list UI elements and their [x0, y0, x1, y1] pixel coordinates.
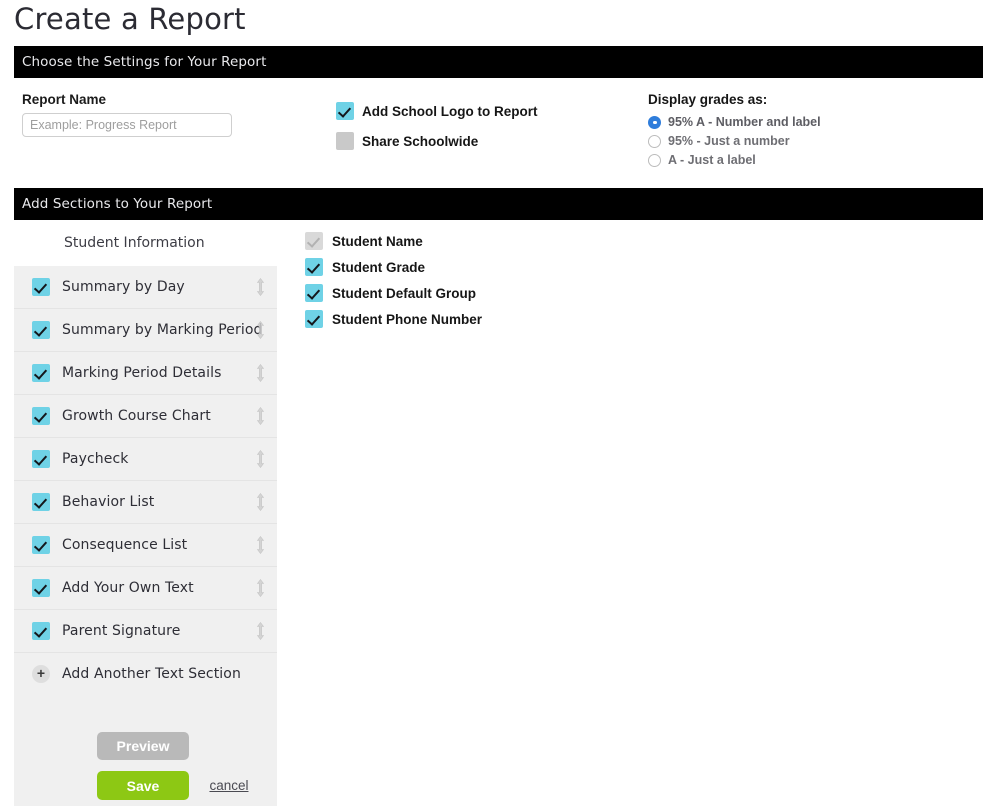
drag-handle-icon[interactable] — [255, 364, 266, 383]
settings-area: Report Name Add School Logo to Report Sh… — [0, 78, 983, 188]
checkbox-summary-by-day-icon[interactable] — [32, 278, 50, 296]
radio-just-a-number-icon[interactable] — [648, 134, 661, 148]
drag-handle-icon[interactable] — [255, 579, 266, 598]
student-fields-panel: Student Name Student Grade Student Defau… — [305, 232, 482, 336]
checkbox-paycheck-icon[interactable] — [32, 450, 50, 468]
checkbox-share-schoolwide-label: Share Schoolwide — [362, 133, 479, 149]
checkbox-row-student-default-group[interactable]: Student Default Group — [305, 284, 482, 302]
sidebar-header: Student Information — [14, 220, 277, 266]
drag-handle-icon[interactable] — [255, 278, 266, 297]
drag-handle-icon[interactable] — [255, 321, 266, 340]
section-label-consequence-list: Consequence List — [62, 537, 188, 553]
drag-handle-icon[interactable] — [255, 493, 266, 512]
radio-row-just-a-number[interactable]: 95% - Just a number — [648, 134, 821, 148]
cancel-link[interactable]: cancel — [209, 778, 248, 793]
section-row-marking-period-details[interactable]: Marking Period Details — [14, 352, 277, 395]
radio-just-a-label-text: A - Just a label — [668, 153, 756, 167]
radio-row-number-and-label[interactable]: 95% A - Number and label — [648, 115, 821, 129]
radio-just-a-label-icon[interactable] — [648, 153, 661, 167]
create-report-page: Create a Report Choose the Settings for … — [0, 0, 983, 806]
settings-section-header-label: Choose the Settings for Your Report — [22, 54, 267, 70]
radio-number-and-label-icon[interactable] — [648, 115, 661, 129]
add-another-text-section-button[interactable]: + Add Another Text Section — [14, 653, 277, 695]
checkbox-row-share-schoolwide[interactable]: Share Schoolwide — [336, 132, 537, 150]
checkbox-add-school-logo-icon[interactable] — [336, 102, 354, 120]
save-button[interactable]: Save — [97, 771, 189, 800]
section-row-growth-course-chart[interactable]: Growth Course Chart — [14, 395, 277, 438]
section-row-behavior-list[interactable]: Behavior List — [14, 481, 277, 524]
checkbox-add-your-own-text-icon[interactable] — [32, 579, 50, 597]
section-row-paycheck[interactable]: Paycheck — [14, 438, 277, 481]
settings-checkbox-group: Add School Logo to Report Share Schoolwi… — [336, 102, 537, 162]
checkbox-add-school-logo-label: Add School Logo to Report — [362, 103, 538, 119]
display-grades-group: Display grades as: 95% A - Number and la… — [648, 92, 821, 172]
checkbox-share-schoolwide-icon[interactable] — [336, 132, 354, 150]
checkbox-student-default-group-label: Student Default Group — [332, 285, 476, 301]
report-name-input[interactable] — [22, 113, 232, 137]
plus-icon[interactable]: + — [32, 665, 50, 683]
checkbox-row-student-grade[interactable]: Student Grade — [305, 258, 482, 276]
page-title: Create a Report — [14, 2, 246, 36]
preview-button[interactable]: Preview — [97, 732, 189, 760]
add-another-text-section-label: Add Another Text Section — [62, 666, 241, 682]
checkbox-student-name-icon — [305, 232, 323, 250]
checkbox-growth-course-chart-icon[interactable] — [32, 407, 50, 425]
sections-section-header-label: Add Sections to Your Report — [22, 196, 213, 212]
report-name-block: Report Name — [22, 92, 232, 137]
section-row-summary-by-marking-period[interactable]: Summary by Marking Period — [14, 309, 277, 352]
section-label-paycheck: Paycheck — [62, 451, 129, 467]
checkbox-row-add-school-logo[interactable]: Add School Logo to Report — [336, 102, 537, 120]
checkbox-student-default-group-icon[interactable] — [305, 284, 323, 302]
sidebar-header-label: Student Information — [64, 235, 205, 251]
checkbox-behavior-list-icon[interactable] — [32, 493, 50, 511]
section-row-add-your-own-text[interactable]: Add Your Own Text — [14, 567, 277, 610]
section-label-behavior-list: Behavior List — [62, 494, 155, 510]
checkbox-student-grade-label: Student Grade — [332, 259, 426, 275]
section-label-growth-course-chart: Growth Course Chart — [62, 408, 211, 424]
radio-number-and-label-text: 95% A - Number and label — [668, 115, 821, 129]
checkbox-student-grade-icon[interactable] — [305, 258, 323, 276]
sections-sidebar: Student Information Summary by Day Summa… — [14, 220, 277, 806]
checkbox-summary-by-marking-period-icon[interactable] — [32, 321, 50, 339]
checkbox-student-phone-number-label: Student Phone Number — [332, 311, 483, 327]
settings-section-header: Choose the Settings for Your Report — [14, 46, 983, 78]
section-label-marking-period-details: Marking Period Details — [62, 365, 222, 381]
checkbox-marking-period-details-icon[interactable] — [32, 364, 50, 382]
checkbox-consequence-list-icon[interactable] — [32, 536, 50, 554]
section-label-summary-by-marking-period: Summary by Marking Period — [62, 322, 263, 338]
checkbox-row-student-phone-number[interactable]: Student Phone Number — [305, 310, 482, 328]
drag-handle-icon[interactable] — [255, 536, 266, 555]
section-label-summary-by-day: Summary by Day — [62, 279, 185, 295]
drag-handle-icon[interactable] — [255, 450, 266, 469]
action-buttons: Preview Save cancel — [14, 732, 277, 800]
drag-handle-icon[interactable] — [255, 622, 266, 641]
checkbox-parent-signature-icon[interactable] — [32, 622, 50, 640]
checkbox-student-phone-number-icon[interactable] — [305, 310, 323, 328]
report-name-label: Report Name — [22, 92, 107, 107]
sections-section-header: Add Sections to Your Report — [14, 188, 983, 220]
radio-row-just-a-label[interactable]: A - Just a label — [648, 153, 821, 167]
checkbox-student-name-label: Student Name — [332, 233, 423, 249]
section-row-parent-signature[interactable]: Parent Signature — [14, 610, 277, 653]
section-label-add-your-own-text: Add Your Own Text — [62, 580, 194, 596]
checkbox-row-student-name: Student Name — [305, 232, 482, 250]
drag-handle-icon[interactable] — [255, 407, 266, 426]
section-label-parent-signature: Parent Signature — [62, 623, 181, 639]
display-grades-title: Display grades as: — [648, 92, 768, 107]
radio-just-a-number-text: 95% - Just a number — [668, 134, 790, 148]
section-row-summary-by-day[interactable]: Summary by Day — [14, 266, 277, 309]
section-row-consequence-list[interactable]: Consequence List — [14, 524, 277, 567]
